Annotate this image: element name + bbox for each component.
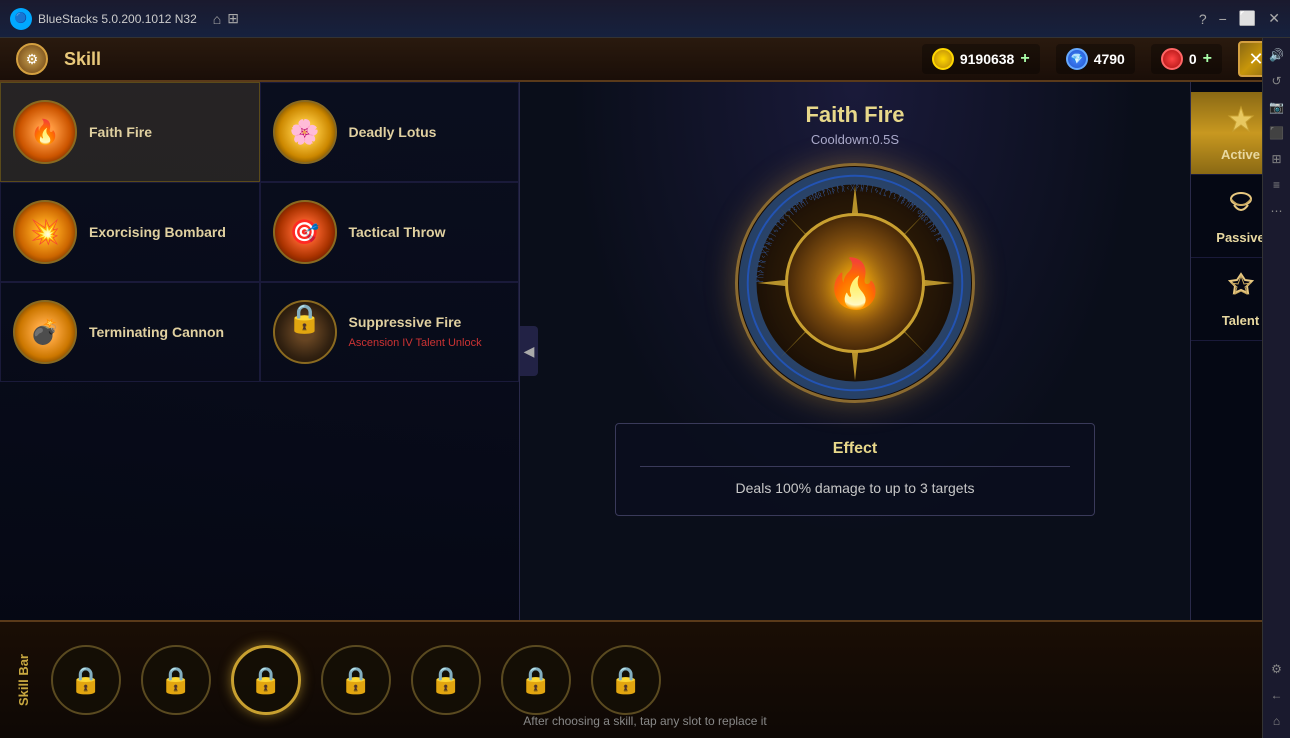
bs-rp-more-icon[interactable]: ⋯	[1266, 200, 1288, 222]
copy-icon[interactable]: ⊞	[227, 10, 239, 27]
gold-value: 9190638	[960, 51, 1015, 67]
effect-desc: Deals 100% damage to up to 3 targets	[640, 477, 1070, 499]
skill-name-terminating-cannon: Terminating Cannon	[89, 323, 224, 341]
skill-locked-text: Ascension IV Talent Unlock	[349, 336, 482, 351]
skill-name-tactical-throw: Tactical Throw	[349, 223, 446, 241]
skill-item-suppressive-fire[interactable]: 🔒 Suppressive Fire Ascension IV Talent U…	[260, 282, 520, 382]
skill-emblem: ᚠᚢᚦᚨᚱᚲᚷᚹᚺᚾᛁᛃᛇᛈᛉᛊᛏᛒᛖᛗᛚᛜᛞᛟᚠᚢᚦᚨᚱᚲᚷᚹᚺᚾᛁᛃᛇᛈᛉᛊ…	[735, 163, 975, 403]
skill-thumb-faith-fire: 🔥	[13, 100, 77, 164]
skill-detail-title: Faith Fire	[805, 102, 904, 128]
bs-rp-volume-icon[interactable]: 🔊	[1266, 44, 1288, 66]
bluestacks-right-panel: 🔊 ↺ 📷 ⬛ ⊞ ≡ ⋯ ⚙ ← ⌂	[1262, 38, 1290, 738]
tab-active-label: Active	[1221, 147, 1260, 162]
gold-icon	[932, 48, 954, 70]
skill-slot-3[interactable]: 🔒	[231, 645, 301, 715]
gem-currency: 💎 4790	[1056, 44, 1135, 74]
gem-icon: 💎	[1066, 48, 1088, 70]
gold-currency: 9190638 +	[922, 44, 1040, 74]
bs-rp-rotate-icon[interactable]: ↺	[1266, 70, 1288, 92]
bs-rp-screenshot-icon[interactable]: 📷	[1266, 96, 1288, 118]
active-tab-icon	[1226, 104, 1256, 141]
tab-passive-label: Passive	[1216, 230, 1264, 245]
skill-bar-hint: After choosing a skill, tap any slot to …	[523, 714, 766, 728]
skill-thumb-terminating-cannon: 💣	[13, 300, 77, 364]
slot-lock-icon-1: 🔒	[70, 665, 102, 696]
minimize-icon[interactable]: −	[1219, 11, 1227, 27]
effect-box: Effect Deals 100% damage to up to 3 targ…	[615, 423, 1095, 516]
slot-lock-icon-5: 🔒	[430, 665, 462, 696]
slot-lock-icon-6: 🔒	[520, 665, 552, 696]
page-title: Skill	[64, 49, 101, 70]
left-arrow-tab[interactable]: ◀	[520, 326, 538, 376]
deadly-lotus-art: 🌸	[275, 102, 335, 162]
skill-emblem-inner: 🔥	[785, 213, 925, 353]
game-area: ⚙ Skill 9190638 + 💎 4790 0 + ✕	[0, 38, 1290, 738]
game-header: ⚙ Skill 9190638 + 💎 4790 0 + ✕	[0, 38, 1290, 82]
skill-thumb-exorcising-bombard: 💥	[13, 200, 77, 264]
slot-lock-icon-4: 🔒	[340, 665, 372, 696]
close-window-icon[interactable]: ✕	[1268, 10, 1280, 27]
bluestacks-nav: ⌂ ⊞	[213, 10, 239, 27]
exorcising-bombard-art: 💥	[15, 202, 75, 262]
bs-rp-layers-icon[interactable]: ≡	[1266, 174, 1288, 196]
ruby-icon	[1161, 48, 1183, 70]
tab-talent-label: Talent	[1222, 313, 1259, 328]
bs-rp-apps-icon[interactable]: ⊞	[1266, 148, 1288, 170]
skill-name-faith-fire: Faith Fire	[89, 123, 152, 141]
skill-slot-7[interactable]: 🔒	[591, 645, 661, 715]
talent-tab-icon	[1226, 270, 1256, 307]
passive-tab-icon	[1226, 187, 1256, 224]
skill-detail-panel: Faith Fire Cooldown:0.5S ᚠᚢᚦᚨᚱᚲᚷᚹᚺᚾᛁᛃᛇᛈᛉ…	[520, 82, 1190, 620]
skill-emblem-art: 🔥	[825, 255, 885, 312]
terminating-cannon-art: 💣	[15, 302, 75, 362]
help-icon[interactable]: ?	[1199, 11, 1207, 27]
skill-emblem-outer: ᚠᚢᚦᚨᚱᚲᚷᚹᚺᚾᛁᛃᛇᛈᛉᛊᛏᛒᛖᛗᛚᛜᛞᛟᚠᚢᚦᚨᚱᚲᚷᚹᚺᚾᛁᛃᛇᛈᛉᛊ…	[735, 163, 975, 403]
home-icon[interactable]: ⌂	[213, 11, 221, 27]
ruby-currency: 0 +	[1151, 44, 1222, 74]
ruby-value: 0	[1189, 51, 1197, 67]
skill-name-deadly-lotus: Deadly Lotus	[349, 123, 437, 141]
skill-slot-4[interactable]: 🔒	[321, 645, 391, 715]
skill-bar-area: Skill Bar 🔒 🔒 🔒 🔒 🔒 🔒 🔒	[0, 620, 1290, 738]
skill-thumb-deadly-lotus: 🌸	[273, 100, 337, 164]
skill-item-exorcising-bombard[interactable]: 💥 Exorcising Bombard	[0, 182, 260, 282]
skill-slot-5[interactable]: 🔒	[411, 645, 481, 715]
bluestacks-title: BlueStacks 5.0.200.1012 N32	[38, 12, 197, 26]
skill-item-terminating-cannon[interactable]: 💣 Terminating Cannon	[0, 282, 260, 382]
skill-header-icon: ⚙	[16, 43, 48, 75]
skill-list-panel: 🔥 Faith Fire 🌸 Deadly Lotus 💥 Exorcising…	[0, 82, 520, 620]
main-content: 🔥 Faith Fire 🌸 Deadly Lotus 💥 Exorcising…	[0, 82, 1290, 620]
skill-slot-6[interactable]: 🔒	[501, 645, 571, 715]
skill-item-deadly-lotus[interactable]: 🌸 Deadly Lotus	[260, 82, 520, 182]
window-controls: ? − ⬜ ✕	[1199, 10, 1280, 27]
skill-slot-1[interactable]: 🔒	[51, 645, 121, 715]
effect-title: Effect	[640, 440, 1070, 467]
skill-slot-2[interactable]: 🔒	[141, 645, 211, 715]
gem-value: 4790	[1094, 51, 1125, 67]
faith-fire-art: 🔥	[15, 102, 75, 162]
skill-cooldown: Cooldown:0.5S	[811, 132, 899, 147]
skill-name-exorcising-bombard: Exorcising Bombard	[89, 223, 226, 241]
bluestacks-logo: 🔵	[10, 8, 32, 30]
skill-item-faith-fire[interactable]: 🔥 Faith Fire	[0, 82, 260, 182]
bs-rp-home-icon[interactable]: ⌂	[1266, 710, 1288, 732]
gold-plus-button[interactable]: +	[1020, 50, 1029, 68]
lock-icon: 🔒	[275, 302, 335, 335]
tactical-throw-art: 🎯	[275, 202, 335, 262]
slot-lock-icon-3: 🔒	[250, 665, 282, 696]
ruby-plus-button[interactable]: +	[1203, 50, 1212, 68]
skill-thumb-tactical-throw: 🎯	[273, 200, 337, 264]
slot-lock-icon-7: 🔒	[610, 665, 642, 696]
maximize-icon[interactable]: ⬜	[1239, 10, 1256, 27]
bluestacks-bar: 🔵 BlueStacks 5.0.200.1012 N32 ⌂ ⊞ ? − ⬜ …	[0, 0, 1290, 38]
skill-thumb-suppressive-fire: 🔒	[273, 300, 337, 364]
skill-slots: 🔒 🔒 🔒 🔒 🔒 🔒 🔒	[51, 645, 1274, 715]
skill-name-suppressive-fire: Suppressive Fire	[349, 314, 462, 330]
skill-bar-label: Skill Bar	[16, 654, 31, 706]
bs-rp-back-icon[interactable]: ←	[1266, 684, 1288, 706]
bs-rp-record-icon[interactable]: ⬛	[1266, 122, 1288, 144]
skill-item-tactical-throw[interactable]: 🎯 Tactical Throw	[260, 182, 520, 282]
bs-rp-settings-icon[interactable]: ⚙	[1266, 658, 1288, 680]
slot-lock-icon-2: 🔒	[160, 665, 192, 696]
